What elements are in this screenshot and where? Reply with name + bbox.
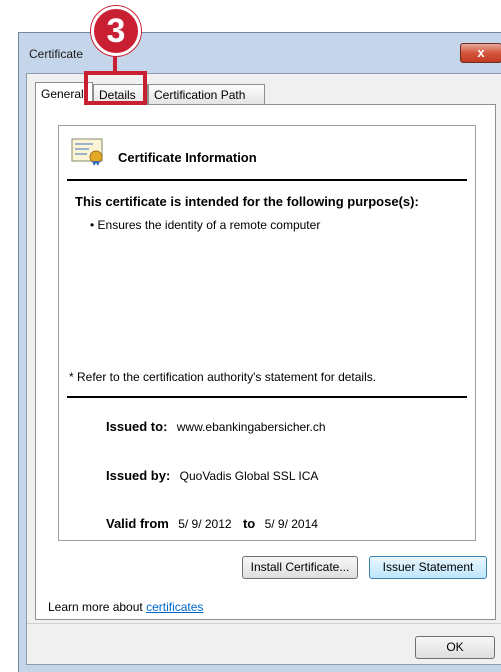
valid-to-value: 5/ 9/ 2014 xyxy=(264,517,318,531)
validity-row: Valid from 5/ 9/ 2012 to 5/ 9/ 2014 xyxy=(106,516,318,531)
step-number-badge: 3 xyxy=(91,6,141,56)
heading-divider xyxy=(67,179,467,181)
valid-from-value: 5/ 9/ 2012 xyxy=(178,517,232,531)
ok-button[interactable]: OK xyxy=(415,636,495,659)
info-heading: Certificate Information xyxy=(118,150,257,165)
general-tab-panel: Certificate Information This certificate… xyxy=(35,104,496,620)
certificate-icon xyxy=(71,138,103,166)
learn-more-text: Learn more about certificates xyxy=(48,600,203,614)
certificate-info-box: Certificate Information This certificate… xyxy=(58,125,476,541)
issued-to-label: Issued to: xyxy=(106,419,168,434)
purpose-heading: This certificate is intended for the fol… xyxy=(75,194,419,209)
issued-to-row: Issued to: www.ebankingabersicher.ch xyxy=(106,419,326,434)
issuer-statement-button[interactable]: Issuer Statement xyxy=(369,556,487,579)
dialog-client-area: General Details Certification Path Certi… xyxy=(26,73,501,665)
footer-divider xyxy=(27,623,501,624)
certificate-dialog: Certificate x General Details Certificat… xyxy=(18,32,501,672)
details-divider xyxy=(67,396,467,398)
valid-from-label: Valid from xyxy=(106,516,169,531)
certificates-link[interactable]: certificates xyxy=(146,600,203,614)
purpose-item: • Ensures the identity of a remote compu… xyxy=(90,218,321,232)
issued-by-label: Issued by: xyxy=(106,468,171,483)
window-title: Certificate xyxy=(29,47,84,61)
close-button[interactable]: x xyxy=(460,43,501,63)
issued-by-row: Issued by: QuoVadis Global SSL ICA xyxy=(106,468,318,483)
issued-by-value[interactable]: QuoVadis Global SSL ICA xyxy=(180,469,319,483)
close-icon: x xyxy=(477,45,485,60)
learn-more-prefix: Learn more about xyxy=(48,600,147,614)
install-certificate-button[interactable]: Install Certificate... xyxy=(242,556,358,579)
tab-certification-path[interactable]: Certification Path xyxy=(148,84,265,104)
ca-statement-note: * Refer to the certification authority's… xyxy=(69,370,377,384)
issued-to-value[interactable]: www.ebankingabersicher.ch xyxy=(177,420,326,434)
details-tab-highlight xyxy=(84,71,147,105)
valid-to-label: to xyxy=(242,516,256,531)
